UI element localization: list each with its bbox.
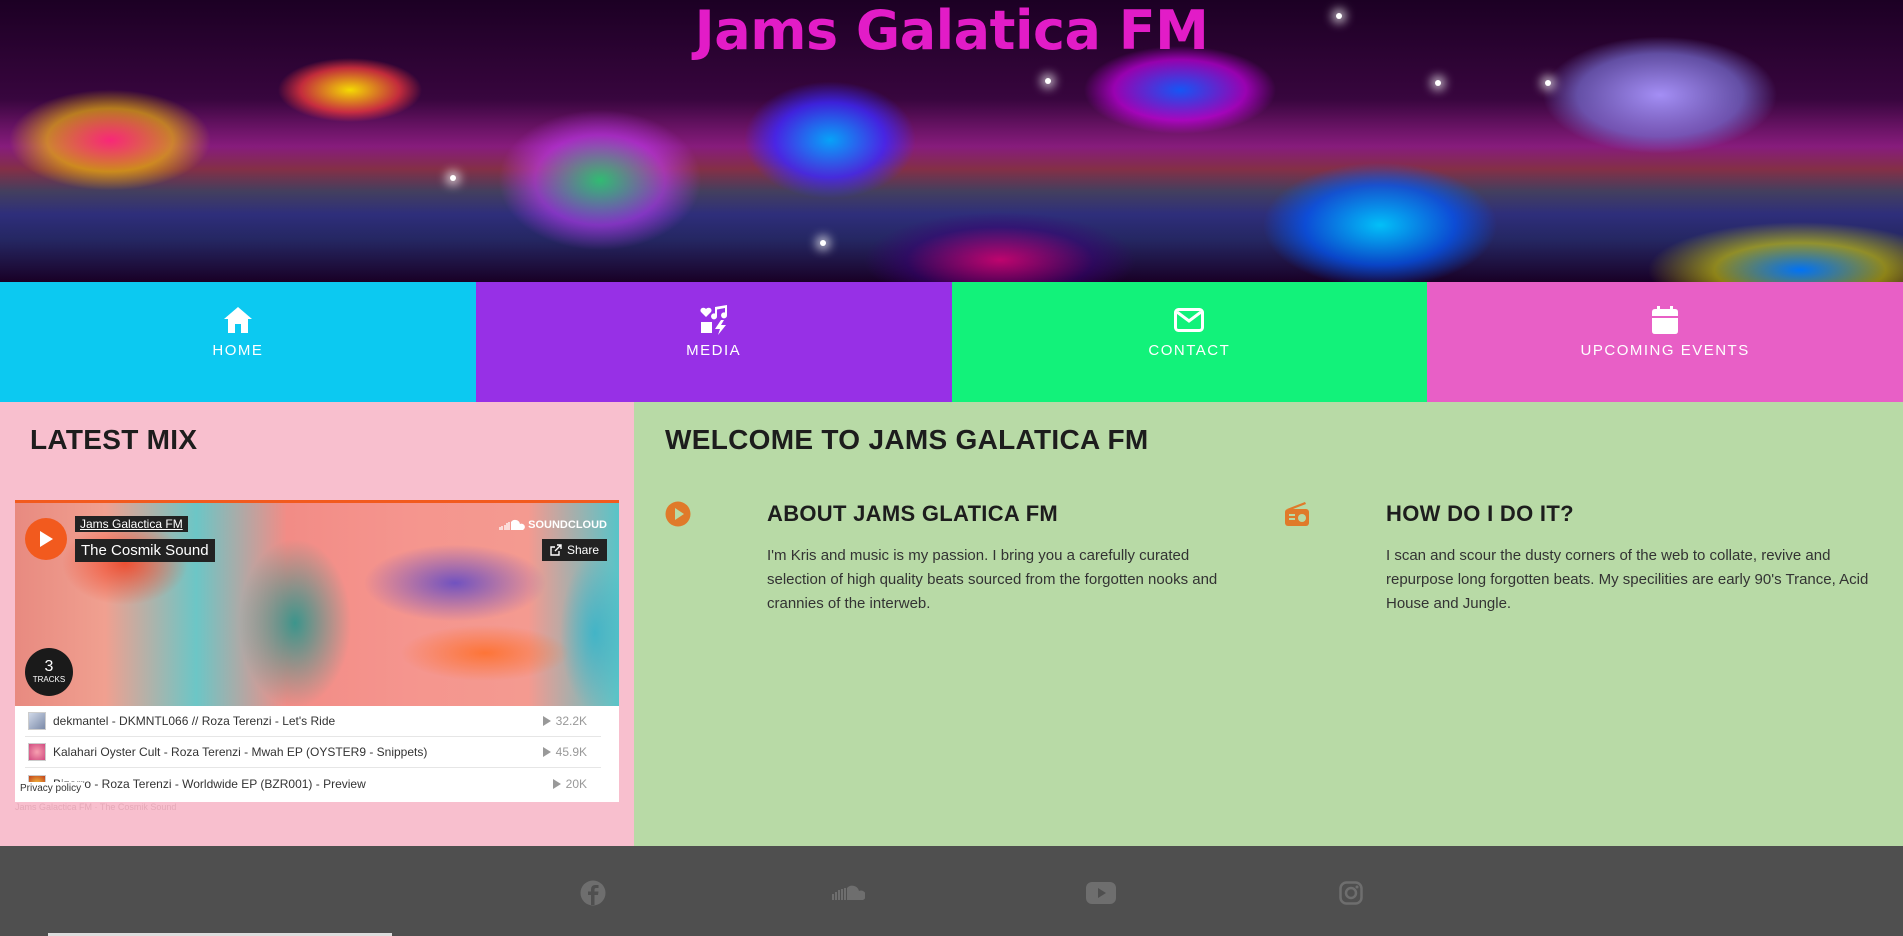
about-title: ABOUT JAMS GLATICA FM	[767, 501, 1059, 526]
track-row[interactable]: dekmantel - DKMNTL066 // Roza Terenzi - …	[25, 706, 601, 737]
nav-media-label: MEDIA	[686, 342, 742, 359]
plays-icon	[552, 778, 561, 789]
track-thumbnail	[28, 743, 46, 761]
player-footer-credits[interactable]: Jams Galactica FM · The Cosmik Sound	[15, 802, 176, 812]
play-count: 20K	[565, 776, 587, 791]
welcome-section: WELCOME TO JAMS GALATICA FM ABOUT JAMS G…	[634, 402, 1903, 846]
play-count: 32.2K	[555, 714, 587, 728]
sparkle	[820, 240, 826, 246]
welcome-heading: WELCOME TO JAMS GALATICA FM	[665, 424, 1149, 455]
sparkle	[1545, 80, 1551, 86]
soundcloud-icon[interactable]	[830, 880, 866, 906]
track-plays: 45.9K	[542, 745, 601, 759]
play-icon	[40, 531, 53, 547]
track-list: dekmantel - DKMNTL066 // Roza Terenzi - …	[15, 706, 619, 802]
playlist-title[interactable]: The Cosmik Sound	[75, 539, 215, 562]
sparkle	[1045, 78, 1051, 84]
home-icon	[222, 304, 254, 336]
track-plays: 20K	[552, 777, 601, 791]
nav-contact[interactable]: CONTACT	[951, 282, 1428, 402]
track-row[interactable]: Bizarro - Roza Terenzi - Worldwide EP (B…	[25, 768, 601, 799]
plays-icon	[542, 747, 551, 757]
soundcloud-wordmark: SOUNDCLOUD	[528, 519, 607, 531]
main-content: LATEST MIX Jams Galactica FM The Cosmik …	[0, 402, 1903, 846]
nav-upcoming-events-label: UPCOMING EVENTS	[1580, 342, 1750, 359]
site-footer	[0, 846, 1903, 936]
nav-contact-label: CONTACT	[1148, 342, 1231, 359]
play-circle-icon	[664, 500, 692, 528]
hero-banner: Jams Galatica FM	[0, 0, 1903, 282]
soundcloud-player: Jams Galactica FM The Cosmik Sound SOUND…	[15, 500, 619, 802]
sparkle	[450, 175, 456, 181]
envelope-icon	[1173, 304, 1205, 336]
latest-mix-heading: LATEST MIX	[30, 424, 198, 455]
plays-icon	[542, 716, 551, 726]
track-name: Bizarro - Roza Terenzi - Worldwide EP (B…	[53, 776, 366, 791]
share-icon	[550, 544, 562, 556]
radio-icon	[1283, 500, 1311, 528]
nav-home-label: HOME	[212, 342, 264, 359]
track-count-badge: 3 TRACKS	[25, 648, 73, 696]
track-name: Kalahari Oyster Cult - Roza Terenzi - Mw…	[53, 745, 428, 759]
nav-upcoming-events[interactable]: UPCOMING EVENTS	[1427, 282, 1903, 402]
track-plays: 32.2K	[542, 714, 601, 728]
how-title: HOW DO I DO IT?	[1386, 501, 1574, 526]
instagram-icon[interactable]	[1338, 880, 1364, 906]
youtube-icon[interactable]	[1086, 880, 1116, 906]
play-button[interactable]	[25, 518, 67, 560]
artist-link[interactable]: Jams Galactica FM	[75, 516, 188, 532]
share-button[interactable]: Share	[541, 539, 607, 561]
facebook-icon[interactable]	[580, 880, 606, 906]
privacy-policy-link[interactable]: Privacy policy	[18, 782, 84, 795]
how-text: I scan and scour the dusty corners of th…	[1386, 547, 1869, 612]
track-count-label: TRACKS	[32, 675, 66, 684]
playlist-artwork: Jams Galactica FM The Cosmik Sound SOUND…	[15, 503, 619, 706]
nav-media[interactable]: MEDIA	[475, 282, 952, 402]
play-count: 45.9K	[555, 745, 587, 759]
track-count: 3	[44, 658, 54, 675]
soundcloud-logo[interactable]: SOUNDCLOUD	[499, 519, 607, 531]
sparkle	[1435, 80, 1441, 86]
music-media-icon	[698, 304, 730, 336]
about-text: I'm Kris and music is my passion. I brin…	[767, 547, 1218, 612]
track-row[interactable]: Kalahari Oyster Cult - Roza Terenzi - Mw…	[25, 737, 601, 768]
latest-mix-section: LATEST MIX Jams Galactica FM The Cosmik …	[0, 402, 634, 846]
main-nav: HOME MEDIA CONTACT UPCOMING EVENTS	[0, 282, 1903, 402]
site-title: Jams Galatica FM	[694, 0, 1209, 62]
nav-home[interactable]: HOME	[0, 282, 476, 402]
soundcloud-icon	[499, 519, 526, 530]
track-thumbnail	[28, 712, 46, 730]
share-label: Share	[566, 543, 599, 557]
track-name: dekmantel - DKMNTL066 // Roza Terenzi - …	[53, 714, 336, 728]
calendar-icon	[1649, 304, 1681, 336]
